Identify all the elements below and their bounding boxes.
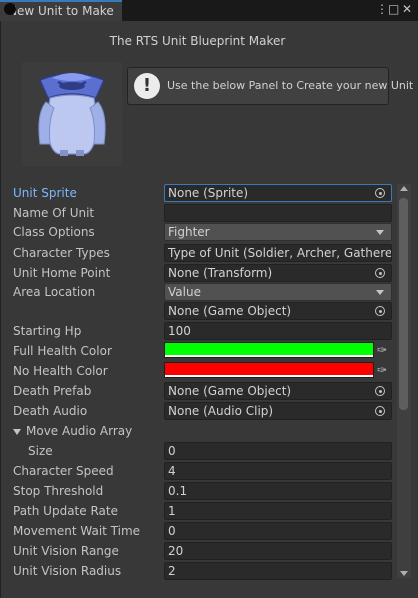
maximize-icon[interactable]: □ <box>388 2 399 16</box>
label-movement-wait-time: Movement Wait Time <box>13 524 141 538</box>
label-starting-hp: Starting Hp <box>13 324 82 338</box>
unit-sprite-value: None (Sprite) <box>168 186 249 200</box>
close-icon[interactable]: ✕ <box>402 2 412 16</box>
class-options-value: Fighter <box>168 225 210 239</box>
death-prefab-field[interactable]: None (Game Object) <box>164 382 392 400</box>
label-death-audio: Death Audio <box>13 404 88 418</box>
chevron-down-icon <box>376 230 384 235</box>
tab-bar: New Unit to Make ⋮ □ ✕ <box>0 0 418 21</box>
window-dot-icon <box>4 3 16 15</box>
area-location-value: Value <box>168 285 201 299</box>
move-audio-array-label: Move Audio Array <box>26 424 133 438</box>
full-health-color-swatch[interactable] <box>164 342 374 358</box>
unit-vision-radius-input[interactable]: 2 <box>164 562 392 580</box>
label-area-location: Area Location <box>13 285 96 299</box>
alpha-strip <box>165 355 373 357</box>
unit-home-point-value: None (Transform) <box>168 266 273 280</box>
help-box: ! Use the below Panel to Create your new… <box>127 67 413 105</box>
object-picker-icon[interactable] <box>375 268 385 278</box>
scroll-up-icon[interactable] <box>400 186 408 191</box>
move-audio-array-foldout[interactable]: Move Audio Array <box>13 422 132 440</box>
label-death-prefab: Death Prefab <box>13 384 92 398</box>
info-exclamation-icon: ! <box>134 73 160 99</box>
area-location-object-field[interactable]: None (Game Object) <box>164 302 392 320</box>
scroll-down-icon[interactable] <box>400 571 408 576</box>
label-unit-vision-range: Unit Vision Range <box>13 544 119 558</box>
label-character-types: Character Types <box>13 246 110 260</box>
move-audio-size-input[interactable]: 0 <box>164 442 392 460</box>
foldout-arrow-icon <box>13 428 21 435</box>
label-no-health-color: No Health Color <box>13 364 108 378</box>
character-types-input[interactable]: Type of Unit (Soldier, Archer, Gatherer,… <box>164 244 392 262</box>
character-speed-input[interactable]: 4 <box>164 462 392 480</box>
path-update-rate-input[interactable]: 1 <box>164 502 392 520</box>
label-name-of-unit: Name Of Unit <box>13 206 95 220</box>
eyedropper-icon[interactable]: ✑ <box>377 343 387 357</box>
unit-sprite-preview <box>38 72 106 156</box>
unit-home-point-field[interactable]: None (Transform) <box>164 264 392 282</box>
scrollbar-thumb[interactable] <box>399 198 408 410</box>
label-stop-threshold: Stop Threshold <box>13 484 104 498</box>
label-character-speed: Character Speed <box>13 464 114 478</box>
unit-preview-image <box>22 62 122 166</box>
label-unit-home-point: Unit Home Point <box>13 266 111 280</box>
area-location-object-value: None (Game Object) <box>168 304 292 318</box>
label-path-update-rate: Path Update Rate <box>13 504 118 518</box>
unit-sprite-field[interactable]: None (Sprite) <box>164 184 392 202</box>
tab-new-unit-to-make[interactable]: New Unit to Make <box>0 0 122 21</box>
window-title: The RTS Unit Blueprint Maker <box>109 34 286 48</box>
eyedropper-icon[interactable]: ✑ <box>377 363 387 377</box>
more-options-icon[interactable]: ⋮ <box>376 2 388 16</box>
label-unit-vision-radius: Unit Vision Radius <box>13 564 122 578</box>
no-health-color-swatch[interactable] <box>164 362 374 378</box>
starting-hp-input[interactable]: 100 <box>164 322 392 340</box>
label-full-health-color: Full Health Color <box>13 344 112 358</box>
label-class-options: Class Options <box>13 225 95 239</box>
alpha-strip <box>165 375 373 377</box>
death-audio-value: None (Audio Clip) <box>168 404 274 418</box>
label-unit-sprite: Unit Sprite <box>13 186 77 200</box>
object-picker-icon[interactable] <box>375 386 385 396</box>
help-text: Use the below Panel to Create your new U… <box>167 79 414 92</box>
vertical-scrollbar[interactable] <box>397 184 411 578</box>
chevron-down-icon <box>376 290 384 295</box>
object-picker-icon[interactable] <box>375 188 385 198</box>
class-options-dropdown[interactable]: Fighter <box>164 223 392 241</box>
movement-wait-time-input[interactable]: 0 <box>164 522 392 540</box>
unit-vision-range-input[interactable]: 20 <box>164 542 392 560</box>
death-audio-field[interactable]: None (Audio Clip) <box>164 402 392 420</box>
label-size: Size <box>28 444 53 458</box>
name-of-unit-input[interactable] <box>164 204 392 222</box>
object-picker-icon[interactable] <box>375 306 385 316</box>
area-location-dropdown[interactable]: Value <box>164 283 392 301</box>
stop-threshold-input[interactable]: 0.1 <box>164 482 392 500</box>
object-picker-icon[interactable] <box>375 406 385 416</box>
death-prefab-value: None (Game Object) <box>168 384 292 398</box>
